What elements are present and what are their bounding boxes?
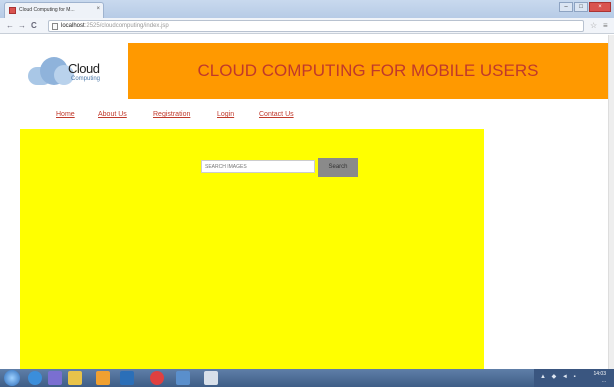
back-arrow-icon[interactable]: ← xyxy=(6,21,14,31)
reload-icon[interactable]: C xyxy=(31,21,37,31)
page-favicon-icon xyxy=(9,7,16,14)
content-panel: Search xyxy=(20,129,484,369)
logo-subtext: Computing xyxy=(71,76,101,82)
window-controls: – □ × xyxy=(559,2,611,12)
player-icon[interactable] xyxy=(96,371,110,385)
taskbar: ▲ ◆ ◄ ▪ 14:03 ... xyxy=(0,369,614,387)
browser-tab[interactable]: Cloud Computing for M... × xyxy=(4,2,104,18)
page-title: CLOUD COMPUTING FOR MOBILE USERS xyxy=(197,61,539,80)
tool-icon[interactable] xyxy=(120,371,134,385)
ie-icon[interactable] xyxy=(28,371,42,385)
media-icon[interactable] xyxy=(48,371,62,385)
browser-titlebar: Cloud Computing for M... × – □ × xyxy=(0,0,614,18)
folder-icon[interactable] xyxy=(68,371,82,385)
clock[interactable]: 14:03 ... xyxy=(593,371,606,385)
search-images-input[interactable] xyxy=(201,160,315,173)
app-icon[interactable] xyxy=(176,371,190,385)
maximize-button[interactable]: □ xyxy=(574,2,588,12)
nav-login-link[interactable]: Login xyxy=(217,111,234,118)
header-banner: CLOUD COMPUTING FOR MOBILE USERS xyxy=(128,43,608,99)
logo-text: Cloud xyxy=(68,61,100,76)
address-bar[interactable]: localhost:2525/cloudcomputing/index.jsp xyxy=(48,20,584,32)
chrome-icon[interactable] xyxy=(150,371,164,385)
tray-icons[interactable]: ▲ ◆ ◄ ▪ xyxy=(540,373,578,380)
tab-close-icon[interactable]: × xyxy=(96,6,100,12)
system-tray: ▲ ◆ ◄ ▪ 14:03 ... xyxy=(534,369,614,387)
tab-title: Cloud Computing for M... xyxy=(19,7,75,13)
nav-registration-link[interactable]: Registration xyxy=(153,111,190,118)
window-icon[interactable] xyxy=(204,371,218,385)
browser-toolbar: ← → C localhost:2525/cloudcomputing/inde… xyxy=(0,18,614,34)
page-icon xyxy=(52,23,58,30)
bookmark-star-icon[interactable]: ☆ xyxy=(590,21,597,30)
clock-date: ... xyxy=(601,378,606,384)
search-button[interactable]: Search xyxy=(318,158,358,177)
cloud-logo-icon xyxy=(28,57,74,85)
page-scrollbar[interactable] xyxy=(608,35,614,369)
forward-arrow-icon[interactable]: → xyxy=(18,21,26,31)
clock-time: 14:03 xyxy=(593,371,606,377)
browser-menu-icon[interactable]: ≡ xyxy=(603,21,608,30)
address-path: :2525/cloudcomputing/index.jsp xyxy=(84,23,169,29)
close-window-button[interactable]: × xyxy=(589,2,611,12)
site-logo[interactable]: Cloud Computing xyxy=(20,43,128,99)
address-host: localhost xyxy=(61,23,85,29)
page-viewport: Cloud Computing CLOUD COMPUTING FOR MOBI… xyxy=(0,35,614,369)
nav-home-link[interactable]: Home xyxy=(56,111,75,118)
minimize-button[interactable]: – xyxy=(559,2,573,12)
nav-contact-link[interactable]: Contact Us xyxy=(259,111,294,118)
nav-about-link[interactable]: About Us xyxy=(98,111,127,118)
start-button[interactable] xyxy=(4,370,20,386)
